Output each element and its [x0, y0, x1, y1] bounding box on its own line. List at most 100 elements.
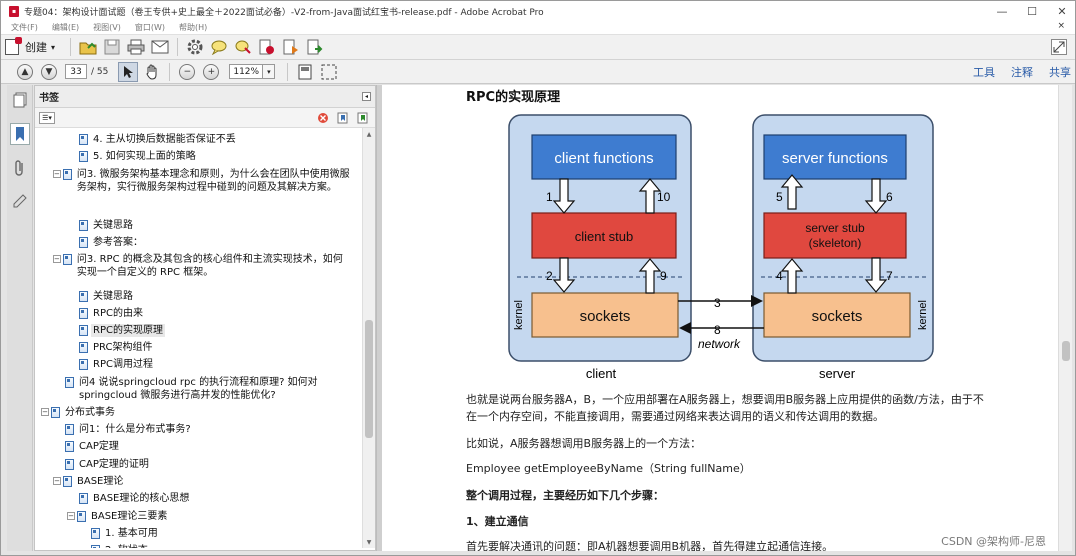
- bookmark-item[interactable]: 5. 如何实现上面的策略: [79, 150, 353, 163]
- bookmark-item[interactable]: − BASE理论三要素: [67, 510, 353, 523]
- comment-icon[interactable]: [209, 37, 229, 57]
- bookmark-item[interactable]: BASE理论的核心思想: [79, 492, 353, 505]
- create-button[interactable]: 创建 ▾: [5, 37, 55, 55]
- save-icon[interactable]: [102, 37, 122, 57]
- bookmarks-scrollbar[interactable]: ▲ ▼: [362, 128, 375, 548]
- collapse-toggle-icon[interactable]: −: [53, 477, 61, 485]
- menu-help[interactable]: 帮助(H): [179, 22, 207, 33]
- main-toolbar: 创建 ▾: [1, 35, 1075, 60]
- bookmark-page-icon: [65, 441, 74, 452]
- secure-icon[interactable]: [281, 37, 301, 57]
- code-signature: Employee getEmployeeByName（String fullNa…: [466, 462, 751, 475]
- bookmark-item[interactable]: RPC的实现原理: [79, 324, 353, 337]
- menu-view[interactable]: 视图(V): [93, 22, 121, 33]
- scrollbar-thumb[interactable]: [365, 320, 373, 438]
- fit-page-icon[interactable]: [295, 62, 315, 82]
- network-label: network: [698, 337, 741, 351]
- bookmark-page-icon: [65, 459, 74, 470]
- zoom-dropdown-icon[interactable]: ▾: [263, 64, 276, 79]
- bookmark-page-icon: [51, 407, 60, 418]
- document-close-icon[interactable]: ×: [1057, 21, 1065, 31]
- email-icon[interactable]: [150, 37, 170, 57]
- tools-link[interactable]: 工具: [973, 64, 995, 80]
- bookmark-item[interactable]: 1. 基本可用: [91, 527, 353, 540]
- export-icon[interactable]: [305, 37, 325, 57]
- comment-link[interactable]: 注释: [1011, 64, 1033, 80]
- minimize-button[interactable]: —: [987, 1, 1017, 21]
- scroll-up-icon[interactable]: ▲: [365, 130, 373, 138]
- print-icon[interactable]: [126, 37, 146, 57]
- bookmark-item[interactable]: 4. 主从切换后数据能否保证不丢: [79, 133, 353, 146]
- document-scrollbar[interactable]: [1058, 85, 1072, 551]
- bookmark-item[interactable]: RPC的由来: [79, 307, 353, 320]
- scrollbar-thumb[interactable]: [1062, 341, 1070, 361]
- bookmark-page-icon: [79, 359, 88, 370]
- previous-page-icon[interactable]: ▲: [17, 63, 33, 80]
- menu-edit[interactable]: 编辑(E): [52, 22, 79, 33]
- zoom-out-icon[interactable]: −: [179, 63, 196, 80]
- bookmark-item[interactable]: − 问3. 微服务架构基本理念和原则，为什么会在团队中使用微服务架构，实行微服务架…: [53, 168, 353, 194]
- bookmark-item[interactable]: 参考答案：: [79, 236, 353, 249]
- bookmark-item[interactable]: CAP定理的证明: [65, 458, 353, 471]
- expand-icon[interactable]: [1051, 39, 1067, 55]
- navigation-toolbar: ▲ ▼ 33 / 55 − + 112% ▾ 工具 注释 共享: [1, 60, 1075, 84]
- bookmark-item[interactable]: − 分布式事务: [41, 406, 353, 419]
- attachments-icon[interactable]: [11, 159, 29, 177]
- collapse-panel-icon[interactable]: ◂: [362, 92, 371, 101]
- collapse-toggle-icon[interactable]: −: [41, 408, 49, 416]
- navigation-pane-rail: [7, 85, 33, 551]
- next-page-icon[interactable]: ▼: [41, 63, 57, 80]
- bookmark-item[interactable]: 2. 软状态: [91, 544, 353, 548]
- bookmark-label: CAP定理: [79, 441, 119, 452]
- maximize-button[interactable]: ☐: [1017, 1, 1047, 21]
- step-label: 9: [660, 269, 667, 283]
- server-functions-label: server functions: [782, 150, 888, 167]
- bookmark-item[interactable]: 问4 说说springcloud rpc 的执行流程和原理? 如何对spring…: [65, 376, 353, 402]
- menu-window[interactable]: 窗口(W): [135, 22, 165, 33]
- bookmark-label: 问3. 微服务架构基本理念和原则，为什么会在团队中使用微服务架构，实行微服务架构…: [76, 169, 350, 193]
- close-button[interactable]: ✕: [1047, 1, 1075, 21]
- pdf-page: RPC的实现原理 client functions client stub so…: [382, 85, 1058, 551]
- collapse-toggle-icon[interactable]: −: [53, 255, 61, 263]
- select-cursor-icon[interactable]: [118, 61, 139, 82]
- settings-gear-icon[interactable]: [185, 37, 205, 57]
- zoom-in-icon[interactable]: +: [203, 63, 220, 80]
- share-link[interactable]: 共享: [1049, 64, 1071, 80]
- toolbar-divider: [70, 38, 72, 56]
- bookmark-item[interactable]: 关键思路: [79, 290, 353, 303]
- sign-icon[interactable]: [257, 37, 277, 57]
- title-bar: ▪ 专题04：架构设计面试题（卷王专供+史上最全＋2022面试必备）-V2-fr…: [1, 1, 1075, 21]
- bookmark-item[interactable]: CAP定理: [65, 440, 353, 453]
- delete-bookmark-icon[interactable]: [316, 111, 329, 124]
- page-thumbnails-icon[interactable]: [11, 91, 29, 109]
- zoom-level-input[interactable]: 112%: [229, 64, 264, 79]
- server-label: server: [819, 366, 856, 381]
- scroll-down-icon[interactable]: ▼: [365, 538, 373, 546]
- page-number-input[interactable]: 33: [65, 64, 87, 79]
- menu-file[interactable]: 文件(F): [11, 22, 38, 33]
- bookmark-item[interactable]: RPC调用过程: [79, 358, 353, 371]
- hand-tool-icon[interactable]: [142, 62, 162, 82]
- bookmarks-icon[interactable]: [9, 123, 30, 145]
- stamp-icon[interactable]: [233, 37, 253, 57]
- client-sockets-label: sockets: [580, 308, 631, 325]
- expand-bookmark-icon[interactable]: [356, 111, 369, 124]
- acrobat-window: ▪ 专题04：架构设计面试题（卷王专供+史上最全＋2022面试必备）-V2-fr…: [0, 0, 1076, 556]
- bookmark-item[interactable]: PRC架构组件: [79, 341, 353, 354]
- full-screen-icon[interactable]: [319, 62, 339, 82]
- bookmark-item[interactable]: 问1：什么是分布式事务?: [65, 423, 353, 436]
- bookmark-item[interactable]: 关键思路: [79, 219, 353, 232]
- bookmark-item[interactable]: − 问3. RPC 的概念及其包含的核心组件和主流实现技术，如何实现一个自定义的 …: [53, 253, 353, 279]
- server-stub-label: server stub: [805, 221, 865, 235]
- open-folder-icon[interactable]: [78, 37, 98, 57]
- collapse-toggle-icon[interactable]: −: [53, 170, 61, 178]
- bookmarks-panel: 书签 ◂ ☰▾ 2. 软状态 1. 基本可用 − BASE理论三要素 BASE理论的核心…: [34, 85, 376, 551]
- collapse-toggle-icon[interactable]: −: [67, 512, 75, 520]
- bookmark-item[interactable]: − BASE理论: [53, 475, 353, 488]
- bookmarks-header: 书签 ◂: [35, 86, 375, 108]
- new-bookmark-icon[interactable]: [336, 111, 349, 124]
- server-sockets-label: sockets: [812, 308, 863, 325]
- options-menu-icon[interactable]: ☰▾: [39, 111, 55, 124]
- signatures-icon[interactable]: [11, 191, 29, 209]
- bookmark-page-icon: [79, 220, 88, 231]
